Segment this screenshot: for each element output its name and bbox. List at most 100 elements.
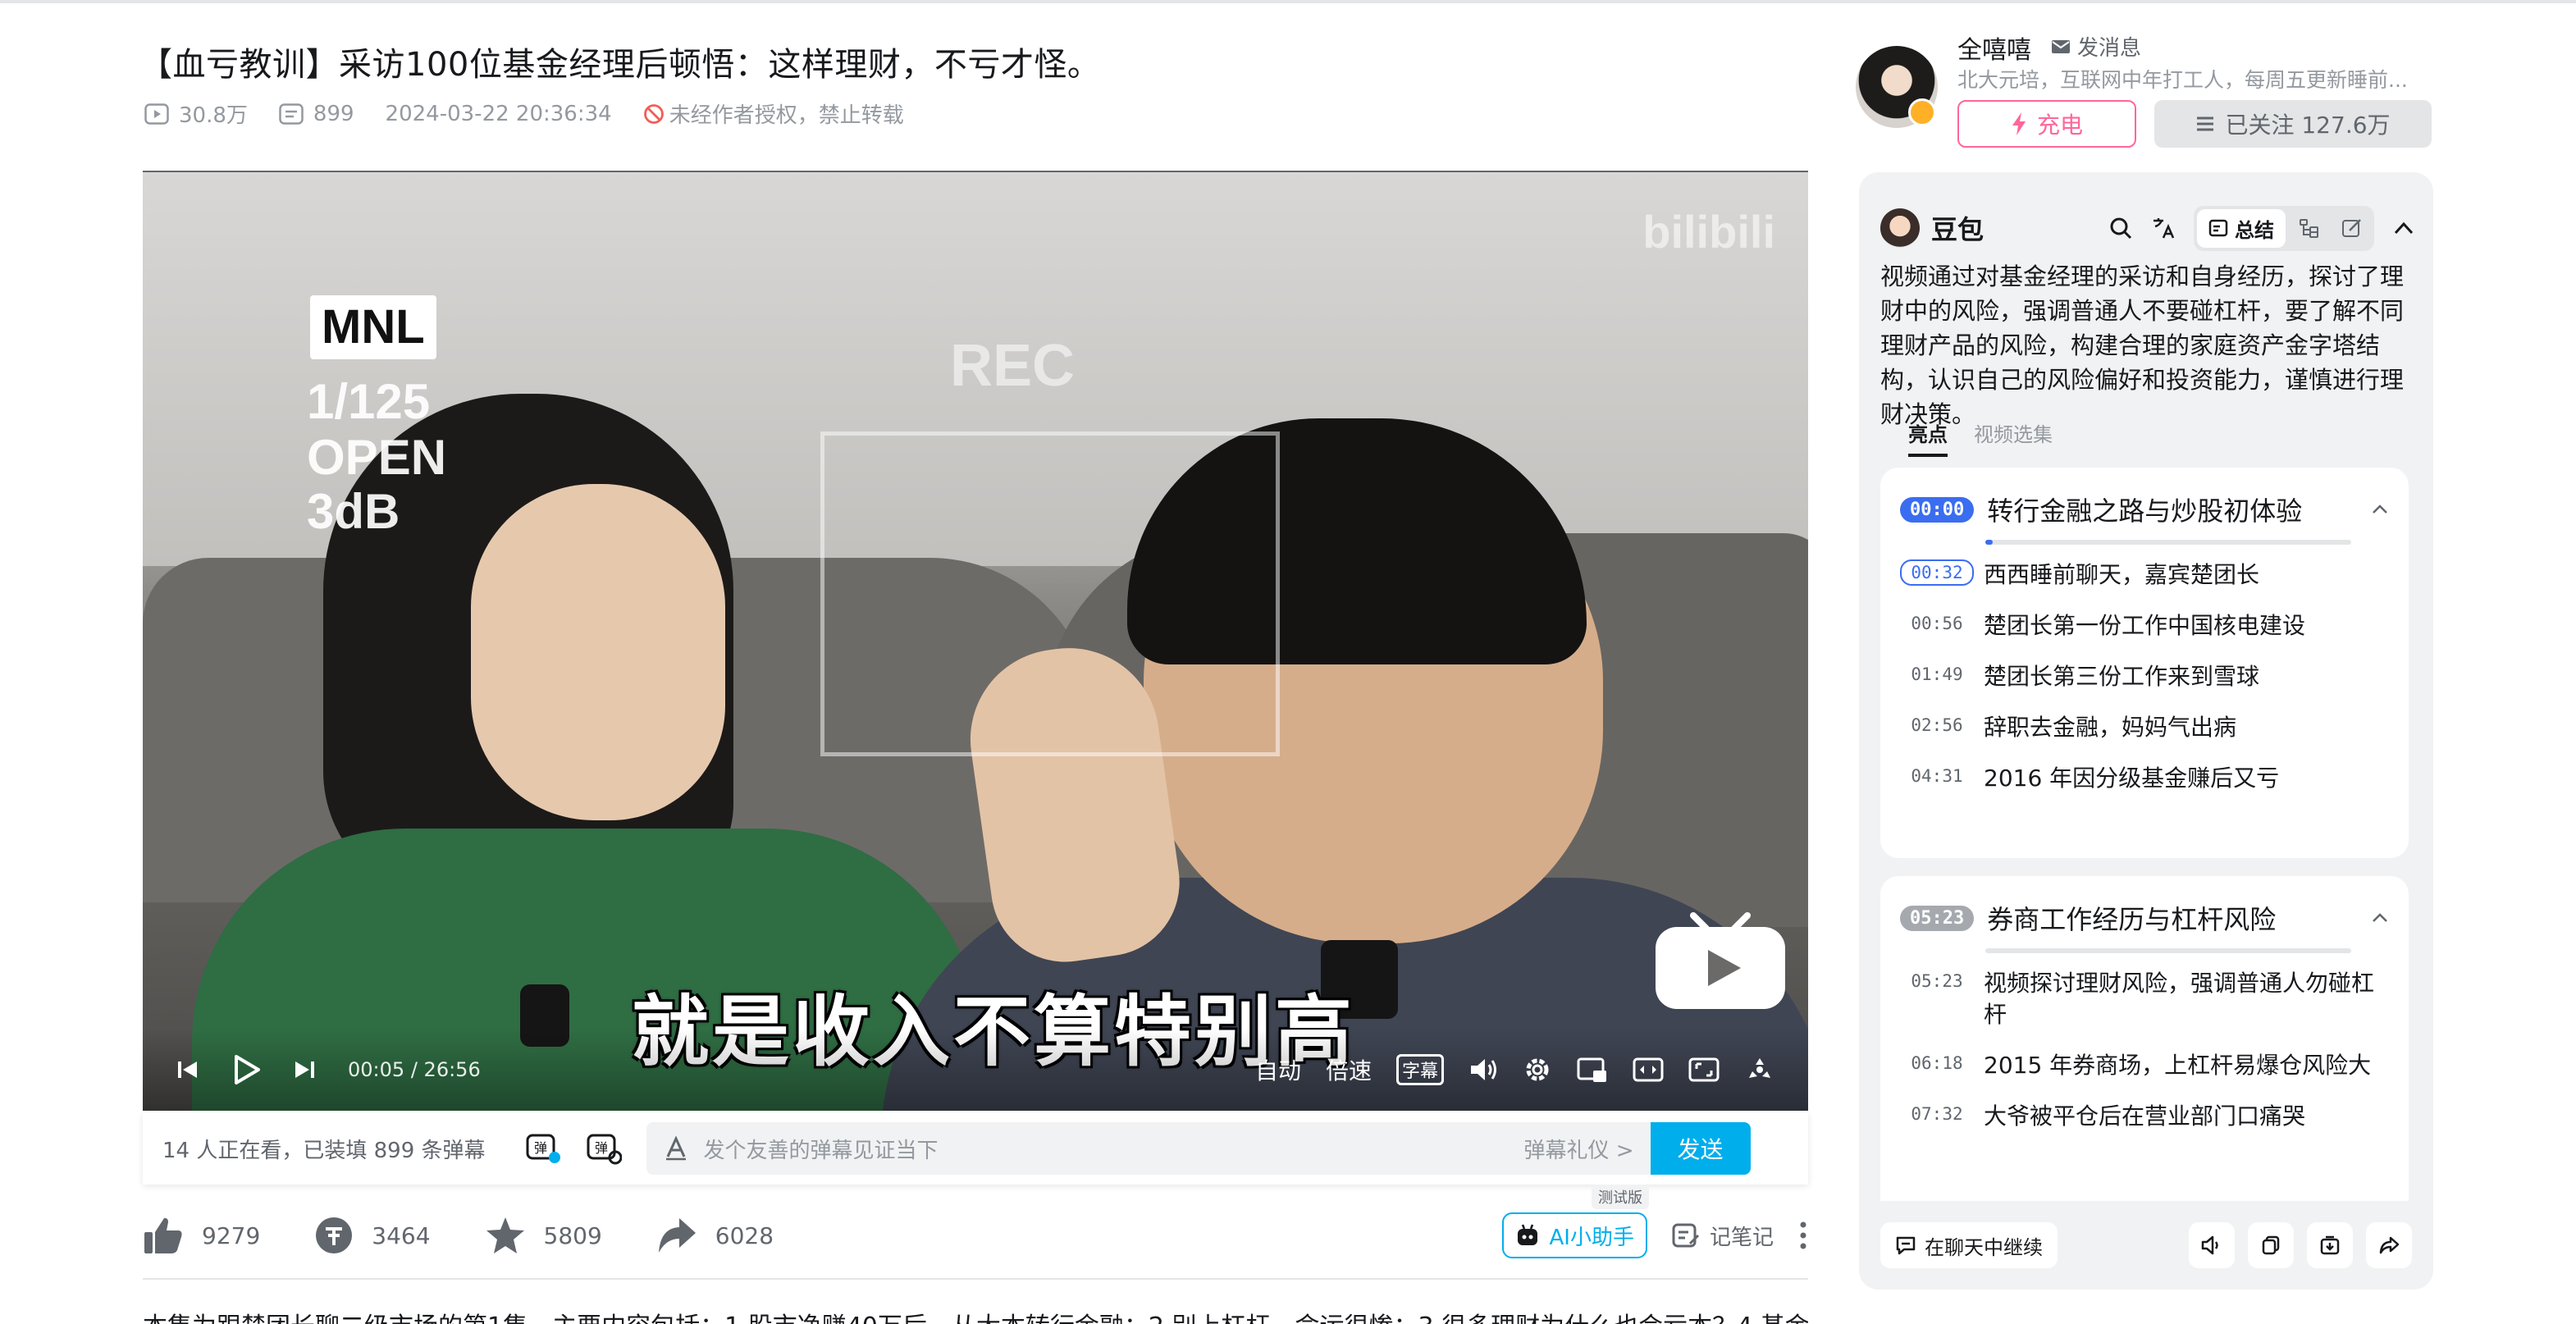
list-item[interactable]: 04:31 2016 年因分级基金赚后又亏 (1900, 763, 2389, 794)
item-timestamp[interactable]: 02:56 (1900, 712, 1974, 738)
video-description: 本集为跟楚团长聊二级市场的第1集，主要内容包括：1.股市净赚40万后，从大本转行… (143, 1306, 1808, 1324)
ai-assistant-label: AI小助手 (1549, 1225, 1634, 1250)
list-item[interactable]: 00:32 西西睡前聊天，嘉宾楚团长 (1900, 559, 2389, 591)
panel-footer: 在聊天中继续 (1859, 1201, 2433, 1290)
edit-tab[interactable] (2333, 212, 2371, 244)
chevron-up-icon[interactable] (2371, 503, 2389, 516)
chapter-progress (1985, 948, 2351, 953)
read-aloud-button[interactable] (2189, 1222, 2235, 1268)
bilibili-watermark: bilibili (1642, 206, 1775, 258)
list-item[interactable]: 01:49 楚团长第三份工作来到雪球 (1900, 661, 2389, 692)
follow-button[interactable]: 已关注 127.6万 (2154, 100, 2432, 148)
chapter-header[interactable]: 05:23 券商工作经历与杠杆风险 (1880, 876, 2409, 937)
picture-in-picture-icon[interactable] (1577, 1056, 1608, 1084)
play-icon[interactable] (231, 1054, 261, 1085)
list-item[interactable]: 07:32 大爷被平仓后在营业部门口痛哭 (1900, 1101, 2389, 1132)
item-text: 视频探讨理财风险，强调普通人勿碰杠杆 (1984, 970, 2375, 1028)
item-text: 2016 年因分级基金赚后又亏 (1984, 765, 2280, 792)
camera-overlay-rec: REC (950, 333, 1076, 399)
panel-tools: 总结 (2108, 205, 2415, 251)
charge-button[interactable]: 充电 (1957, 100, 2136, 148)
font-style-icon[interactable] (663, 1135, 689, 1162)
list-item[interactable]: 06:18 2015 年券商场，上杠杆易爆仓风险大 (1900, 1050, 2389, 1081)
list-item[interactable]: 00:56 楚团长第一份工作中国核电建设 (1900, 610, 2389, 641)
danmaku-toggles: 弹 弹 (525, 1132, 622, 1165)
item-timestamp[interactable]: 06:18 (1900, 1050, 1974, 1076)
item-timestamp[interactable]: 05:23 (1900, 968, 1974, 994)
search-icon[interactable] (2108, 216, 2133, 240)
chapter-progress (1985, 540, 2351, 545)
web-fullscreen-icon[interactable] (1688, 1057, 1720, 1083)
video-player[interactable]: MNL 1/125 OPEN 3dB REC bilibili 就是收入不算特别… (143, 172, 1808, 1111)
send-message-link[interactable]: 发消息 (2051, 31, 2141, 62)
collapse-chevron-up-icon[interactable] (2392, 220, 2415, 236)
volume-icon[interactable] (1468, 1056, 1498, 1084)
copyright-text: 未经作者授权，禁止转载 (669, 103, 904, 128)
item-timestamp[interactable]: 00:32 (1900, 559, 1974, 586)
item-text: 楚团长第三份工作来到雪球 (1984, 663, 2260, 690)
duration: 26:56 (423, 1058, 481, 1081)
previous-icon[interactable] (176, 1057, 200, 1082)
forbidden-icon (643, 103, 664, 124)
copy-icon (2262, 1235, 2280, 1255)
notes-button[interactable]: 记笔记 (1672, 1221, 1774, 1251)
copy-button[interactable] (2248, 1222, 2294, 1268)
item-timestamp[interactable]: 01:49 (1900, 661, 1974, 687)
item-timestamp[interactable]: 04:31 (1900, 763, 1974, 789)
danmaku-toggle-icon[interactable]: 弹 (525, 1132, 561, 1165)
view-count: 30.8万 (144, 98, 248, 129)
share-panel-button[interactable] (2366, 1222, 2412, 1268)
danmaku-settings-icon[interactable]: 弹 (586, 1132, 622, 1165)
item-timestamp[interactable]: 07:32 (1900, 1101, 1974, 1127)
item-text: 辞职去金融，妈妈气出病 (1984, 714, 2237, 741)
coin-icon (316, 1217, 353, 1253)
tab-highlights[interactable]: 亮点 (1908, 418, 1948, 457)
video-toolbar: 9279 3464 5809 6028 测试版 AI小助手 记笔记 (143, 1185, 1808, 1265)
video-title: 【血亏教训】采访100位基金经理后顿悟：这样理财，不亏才怪。 (139, 46, 1101, 84)
summary-tab[interactable]: 总结 (2197, 208, 2286, 248)
like-button[interactable]: 9279 (143, 1216, 260, 1255)
camera-overlay-mode: MNL (310, 295, 436, 359)
save-icon (2320, 1235, 2340, 1255)
next-icon[interactable] (292, 1057, 317, 1082)
chapter-timestamp[interactable]: 05:23 (1900, 905, 1975, 931)
subtitle-toggle-button[interactable]: 字幕 (1395, 1054, 1444, 1085)
quality-button[interactable]: 自动 (1255, 1053, 1301, 1086)
list-item[interactable]: 02:56 辞职去金融，妈妈气出病 (1900, 712, 2389, 743)
fullscreen-icon[interactable] (1744, 1055, 1775, 1084)
chapter-timestamp[interactable]: 00:00 (1900, 496, 1975, 523)
item-timestamp[interactable]: 00:56 (1900, 610, 1974, 637)
summary-tab-label: 总结 (2235, 218, 2274, 242)
toolbar-right: 测试版 AI小助手 记笔记 (1501, 1185, 1808, 1258)
mindmap-tab[interactable] (2291, 212, 2328, 244)
player-controls: 00:05 / 26:56 自动 倍速 字幕 (143, 1029, 1808, 1111)
item-text: 西西睡前聊天，嘉宾楚团长 (1984, 561, 2260, 588)
more-vertical-icon[interactable] (1798, 1221, 1808, 1250)
share-button[interactable]: 6028 (656, 1217, 774, 1254)
like-count: 9279 (202, 1221, 261, 1249)
widescreen-icon[interactable] (1633, 1057, 1664, 1083)
speed-button[interactable]: 倍速 (1326, 1053, 1372, 1086)
continue-in-chat-button[interactable]: 在聊天中继续 (1880, 1222, 2058, 1268)
video-person-left-face (471, 484, 725, 820)
save-button[interactable] (2307, 1222, 2353, 1268)
chapter-header[interactable]: 00:00 转行金融之路与炒股初体验 (1880, 468, 2409, 528)
settings-gear-icon[interactable] (1523, 1055, 1552, 1084)
play-count-icon (144, 103, 169, 125)
summary-icon (2208, 219, 2228, 237)
translate-icon[interactable] (2151, 216, 2176, 240)
favorite-button[interactable]: 5809 (485, 1216, 602, 1255)
danmaku-etiquette-link[interactable]: 弹幕礼仪 > (1523, 1134, 1633, 1164)
chapter-items: 05:23 视频探讨理财风险，强调普通人勿碰杠杆 06:18 2015 年券商场，上… (1880, 953, 2409, 1160)
tab-video-episodes[interactable]: 视频选集 (1974, 418, 2053, 457)
note-icon (1672, 1223, 1700, 1248)
send-danmaku-button[interactable]: 发送 (1650, 1122, 1751, 1175)
chapter-progress-fill (1985, 540, 1993, 545)
chevron-up-icon[interactable] (2371, 911, 2389, 925)
danmaku-input[interactable]: 发个友善的弹幕见证当下 弹幕礼仪 > (646, 1122, 1651, 1175)
list-item[interactable]: 05:23 视频探讨理财风险，强调普通人勿碰杠杆 (1900, 968, 2389, 1030)
coin-button[interactable]: 3464 (314, 1216, 431, 1255)
uploader-name[interactable]: 全嘻嘻 (1957, 30, 2031, 66)
toolbar-divider (143, 1278, 1808, 1280)
ai-assistant-button[interactable]: 测试版 AI小助手 (1501, 1185, 1649, 1258)
